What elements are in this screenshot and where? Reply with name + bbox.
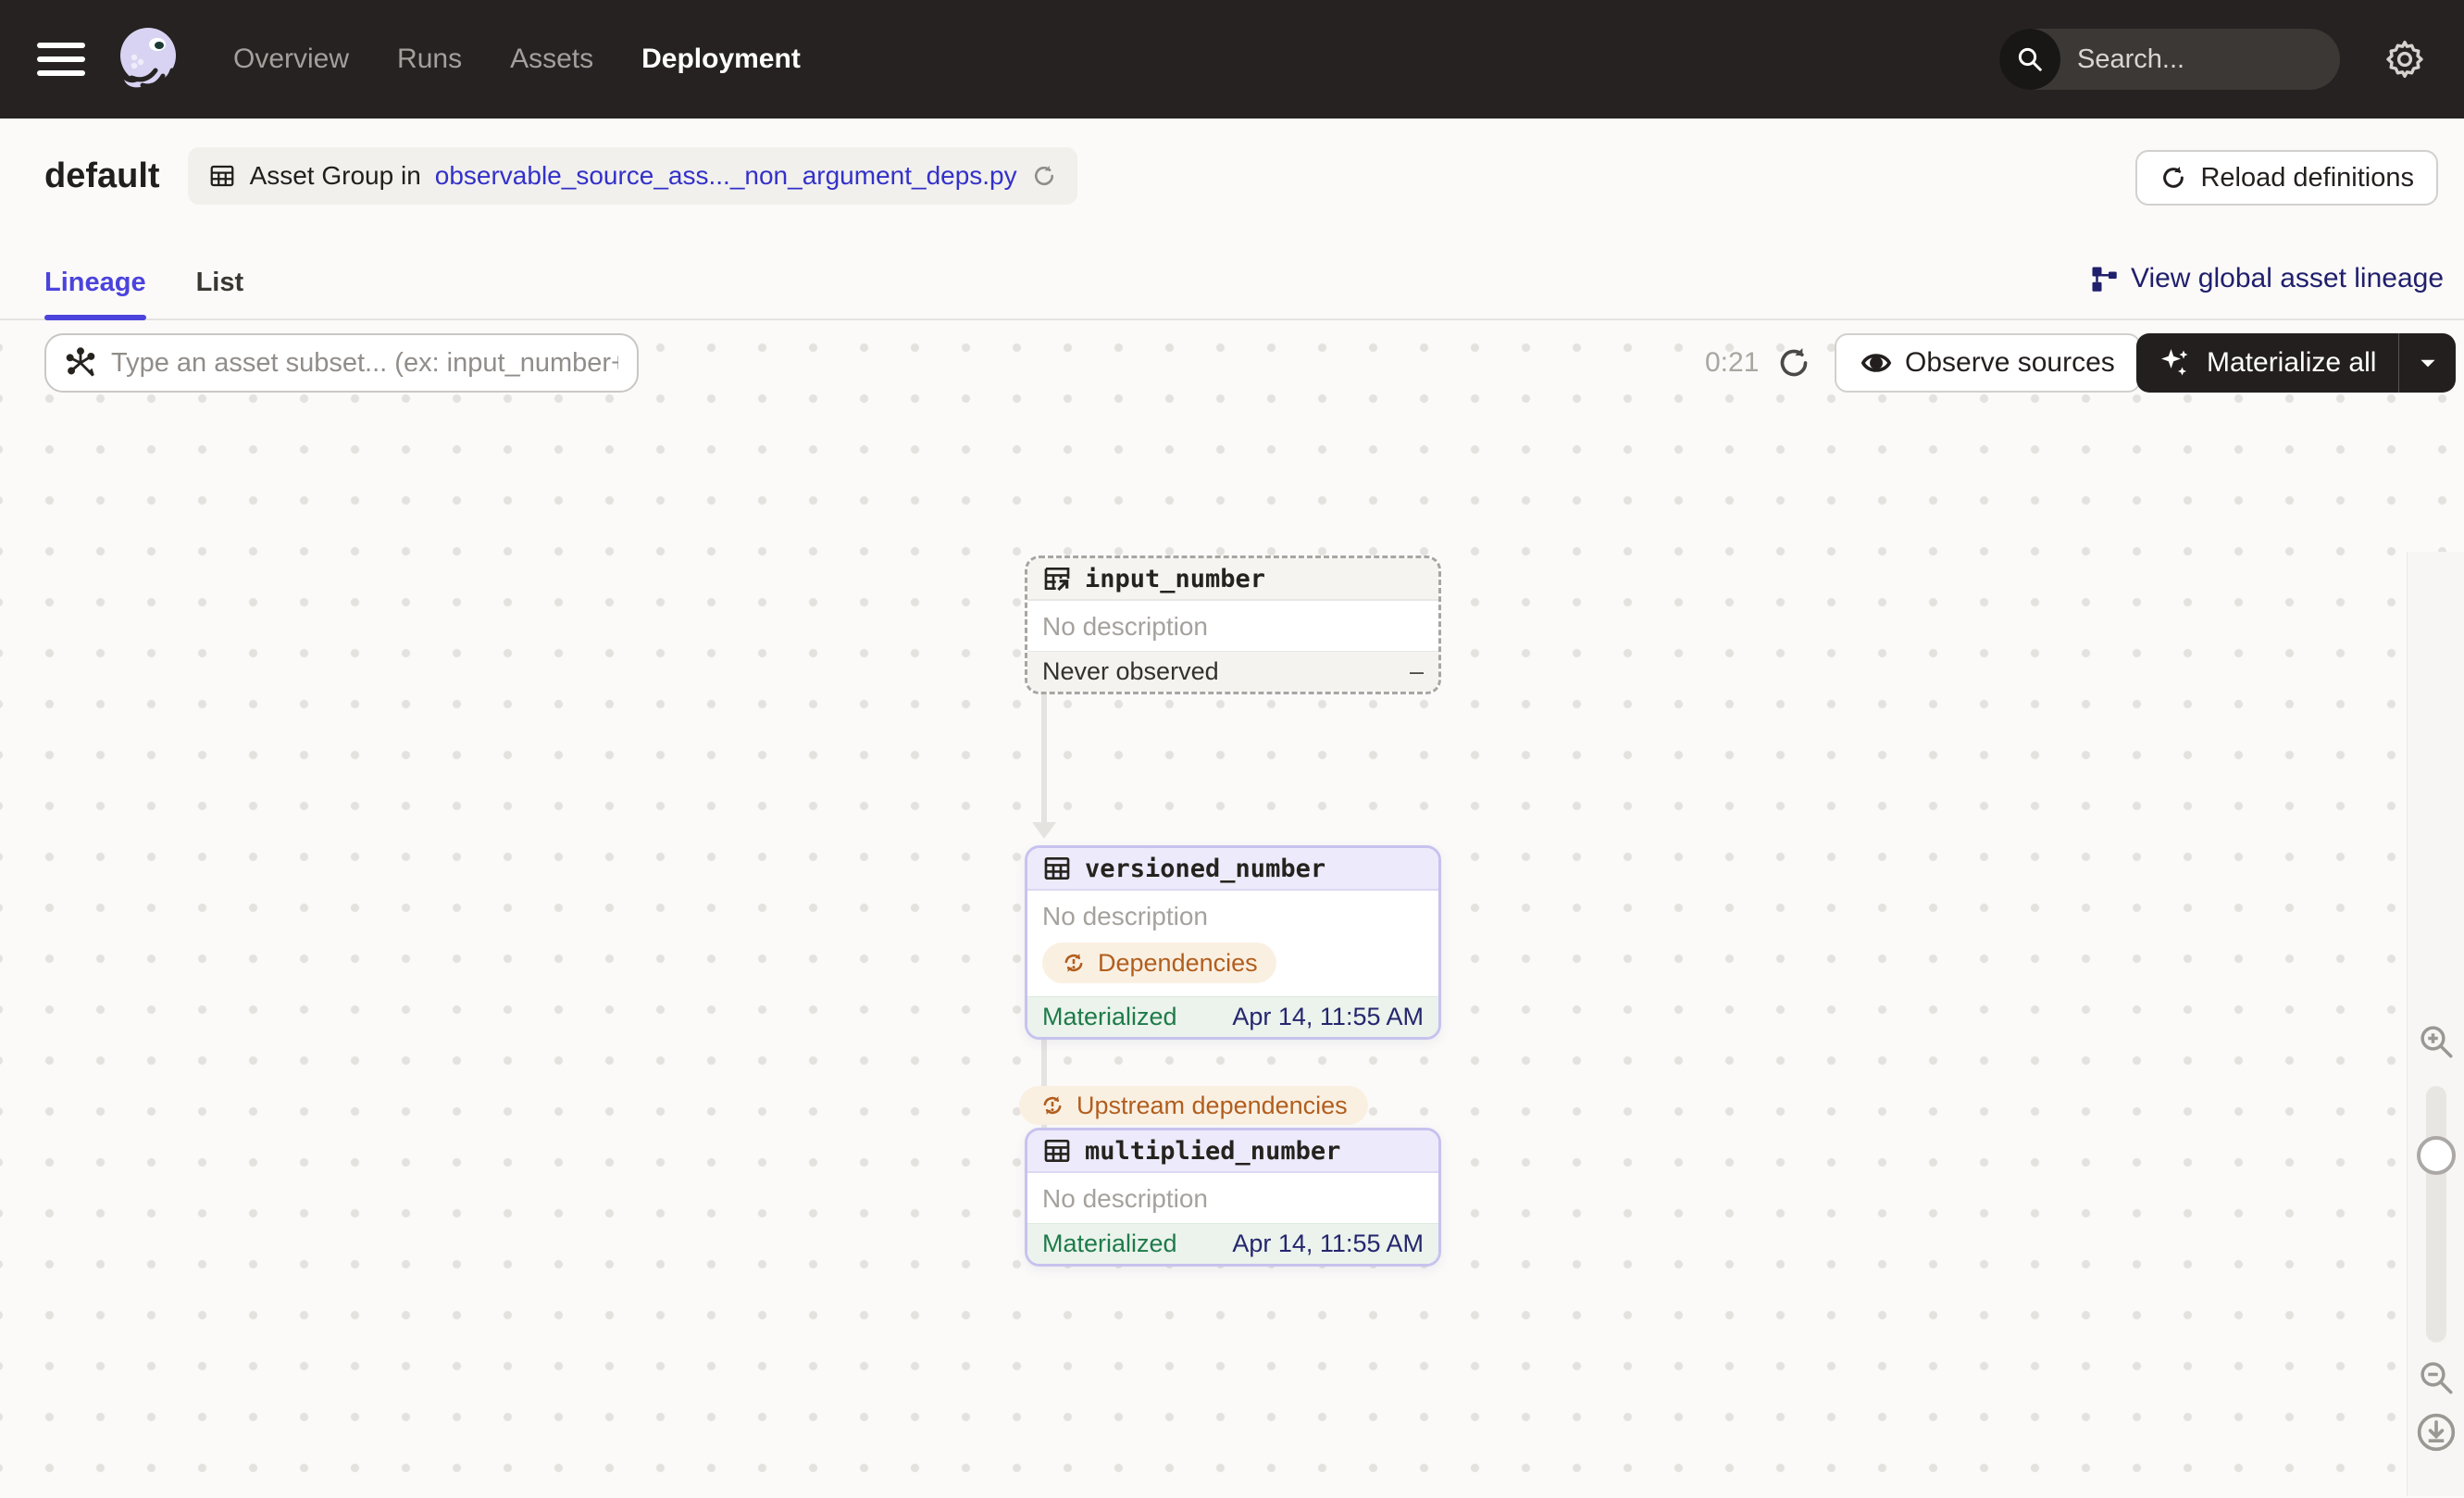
asset-lineage-canvas[interactable]: 0:21 Observe sources Materialize all <box>0 320 2464 1496</box>
lineage-graph-icon <box>2092 267 2117 292</box>
tab-list[interactable]: List <box>196 268 244 318</box>
asset-name: input_number <box>1085 564 1266 593</box>
nav-item-assets[interactable]: Assets <box>510 44 593 75</box>
breadcrumb-prefix: Asset Group in <box>249 161 421 190</box>
settings-gear-icon[interactable] <box>2383 37 2427 81</box>
zoom-control-rail <box>2407 552 2464 1496</box>
asset-filter-input-box <box>44 333 639 393</box>
asset-node-input-number[interactable]: input_number No description Never observ… <box>1025 556 1441 694</box>
asset-status-value: – <box>1409 657 1424 685</box>
materialize-all-button[interactable]: Materialize all <box>2136 333 2398 393</box>
upstream-dependencies-tag[interactable]: Upstream dependencies <box>1019 1086 1368 1125</box>
hamburger-menu-icon[interactable] <box>37 43 85 76</box>
materialize-options-caret[interactable] <box>2398 333 2456 393</box>
refresh-timer: 0:21 <box>1705 347 1760 378</box>
page-title: default <box>44 156 160 195</box>
top-navbar: Overview Runs Assets Deployment / <box>0 0 2464 119</box>
primary-nav: Overview Runs Assets Deployment <box>233 44 801 75</box>
edge-arrowhead <box>1032 822 1056 839</box>
upstream-dependencies-label: Upstream dependencies <box>1076 1091 1348 1119</box>
zoom-slider-track[interactable] <box>2425 1086 2446 1342</box>
zoom-slider-handle[interactable] <box>2416 1136 2456 1175</box>
breadcrumb-file-link[interactable]: observable_source_ass..._non_argument_de… <box>435 161 1017 191</box>
observe-sources-label: Observe sources <box>1905 347 2115 378</box>
nav-item-deployment[interactable]: Deployment <box>641 44 801 75</box>
asset-status: Never observed <box>1042 657 1219 685</box>
caret-down-icon <box>2420 359 2435 368</box>
tab-lineage[interactable]: Lineage <box>44 268 146 320</box>
download-image-icon[interactable] <box>2416 1412 2457 1453</box>
asset-timestamp[interactable]: Apr 14, 11:55 AM <box>1232 1230 1424 1258</box>
global-search[interactable]: / <box>1999 29 2340 90</box>
search-icon <box>1999 29 2060 90</box>
asset-node-multiplied-number[interactable]: multiplied_number No description Materia… <box>1025 1128 1441 1267</box>
asset-selection-icon <box>66 347 95 377</box>
asset-name: multiplied_number <box>1085 1136 1341 1166</box>
eye-icon <box>1860 354 1892 372</box>
dagster-logo[interactable] <box>111 20 189 98</box>
page-header: default Asset Group in observable_source… <box>0 119 2464 320</box>
reload-icon <box>2163 167 2184 188</box>
zoom-out-icon[interactable] <box>2417 1358 2456 1397</box>
asset-timestamp[interactable]: Apr 14, 11:55 AM <box>1232 1003 1424 1031</box>
observe-sources-button[interactable]: Observe sources <box>1835 333 2141 393</box>
materialize-all-button-group: Materialize all <box>2136 333 2457 393</box>
materialize-all-label: Materialize all <box>2207 347 2377 378</box>
reload-location-icon[interactable] <box>1031 163 1057 189</box>
sync-warning-icon <box>1043 1096 1062 1115</box>
view-global-asset-lineage-label: View global asset lineage <box>2130 263 2444 293</box>
asset-node-versioned-number[interactable]: versioned_number No description Dependen… <box>1025 845 1441 1040</box>
table-asset-icon <box>1044 1140 1070 1162</box>
reload-definitions-button[interactable]: Reload definitions <box>2135 150 2438 206</box>
reload-definitions-label: Reload definitions <box>2200 162 2414 193</box>
asset-description: No description <box>1042 1184 1208 1213</box>
view-global-asset-lineage-link[interactable]: View global asset lineage <box>2090 263 2444 318</box>
asset-description: No description <box>1042 612 1208 641</box>
search-input[interactable] <box>2060 44 2340 75</box>
zoom-in-icon[interactable] <box>2417 1022 2456 1061</box>
nav-item-overview[interactable]: Overview <box>233 44 349 75</box>
asset-status: Materialized <box>1042 1003 1177 1030</box>
dependencies-tag-label: Dependencies <box>1098 948 1258 977</box>
nav-item-runs[interactable]: Runs <box>397 44 462 75</box>
breadcrumb: Asset Group in observable_source_ass..._… <box>187 147 1077 205</box>
asset-group-icon <box>210 165 233 187</box>
asset-description: No description <box>1042 902 1208 930</box>
asset-status: Materialized <box>1042 1230 1177 1257</box>
table-asset-icon <box>1044 857 1070 880</box>
asset-name: versioned_number <box>1085 854 1326 883</box>
sparkle-icon <box>2161 349 2188 376</box>
sync-warning-icon <box>1064 954 1083 972</box>
dependencies-tag[interactable]: Dependencies <box>1042 942 1276 983</box>
observable-asset-icon <box>1044 568 1070 592</box>
refresh-icon[interactable] <box>1775 344 1812 381</box>
asset-filter-input[interactable] <box>111 347 618 379</box>
edge-input-to-versioned <box>1041 687 1047 822</box>
